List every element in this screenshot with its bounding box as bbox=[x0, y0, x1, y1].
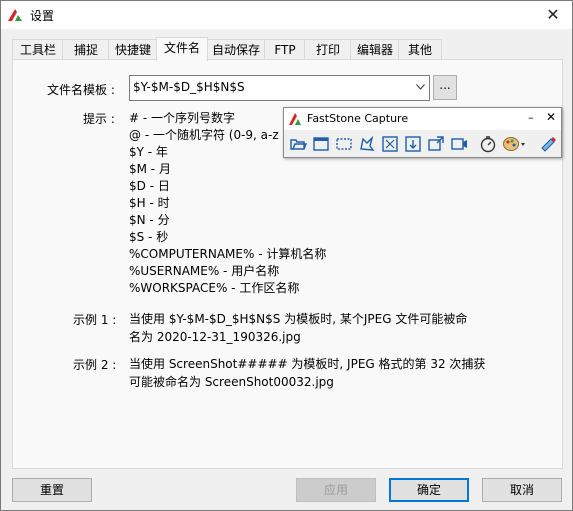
faststone-close-button[interactable]: ✕ bbox=[546, 110, 556, 124]
open-folder-icon[interactable] bbox=[288, 134, 308, 154]
example2-line2: 可能被命名为 ScreenShot00032.jpg bbox=[129, 375, 334, 389]
example2-label: 示例 2 : bbox=[73, 358, 117, 372]
hint-line: $S - 秒 bbox=[129, 230, 169, 244]
tab-print[interactable]: 打印 bbox=[304, 39, 352, 60]
title-bar: 设置 ✕ bbox=[1, 1, 572, 29]
close-button[interactable]: ✕ bbox=[542, 4, 564, 26]
capture-window-icon[interactable] bbox=[311, 134, 331, 154]
ok-button[interactable]: 确定 bbox=[389, 478, 469, 502]
apply-button[interactable]: 应用 bbox=[296, 478, 376, 502]
tab-filename[interactable]: 文件名 bbox=[156, 37, 208, 61]
reset-button[interactable]: 重置 bbox=[12, 478, 92, 502]
faststone-capture-toolbar[interactable]: FastStone Capture – ✕ bbox=[283, 107, 562, 158]
tab-hotkeys[interactable]: 快捷键 bbox=[108, 39, 158, 60]
hint-line: $H - 时 bbox=[129, 196, 170, 210]
settings-dialog: 设置 ✕ 工具栏 捕捉 快捷键 文件名 自动保存 FTP 打印 编辑器 其他 文… bbox=[0, 0, 573, 511]
filename-template-value: $Y-$M-$D_$H$N$S bbox=[133, 80, 245, 94]
faststone-logo-icon bbox=[289, 113, 301, 125]
tab-autosave[interactable]: 自动保存 bbox=[206, 39, 266, 60]
hint-line: %COMPUTERNAME% - 计算机名称 bbox=[129, 247, 327, 261]
settings-icon[interactable] bbox=[538, 134, 558, 154]
hint-line: $N - 分 bbox=[129, 213, 170, 227]
cancel-button[interactable]: 取消 bbox=[482, 478, 562, 502]
screen-recorder-icon[interactable] bbox=[449, 134, 469, 154]
capture-freehand-icon[interactable] bbox=[357, 134, 377, 154]
app-logo-icon bbox=[8, 9, 22, 21]
tab-toolbar[interactable]: 工具栏 bbox=[12, 39, 64, 60]
output-palette-icon[interactable] bbox=[501, 134, 527, 154]
faststone-title: FastStone Capture bbox=[307, 112, 409, 125]
chevron-down-icon[interactable] bbox=[411, 76, 429, 100]
capture-fixed-region-icon[interactable] bbox=[426, 134, 446, 154]
hint-line: $D - 日 bbox=[129, 179, 170, 193]
capture-fullscreen-icon[interactable] bbox=[380, 134, 400, 154]
tab-ftp[interactable]: FTP bbox=[264, 39, 306, 60]
browse-button[interactable]: ... bbox=[433, 75, 457, 100]
filename-template-combo[interactable]: $Y-$M-$D_$H$N$S bbox=[129, 75, 430, 101]
tab-other[interactable]: 其他 bbox=[398, 39, 442, 60]
hint-line: %WORKSPACE% - 工作区名称 bbox=[129, 281, 300, 295]
hint-line: $M - 月 bbox=[129, 162, 171, 176]
window-title: 设置 bbox=[30, 9, 55, 23]
capture-scrolling-icon[interactable] bbox=[403, 134, 423, 154]
example1-line1: 当使用 $Y-$M-$D_$H$N$S 为模板时, 某个JPEG 文件可能被命 bbox=[129, 312, 468, 326]
filename-template-label: 文件名模板 : bbox=[47, 83, 115, 97]
hint-line: %USERNAME% - 用户名称 bbox=[129, 264, 280, 278]
faststone-title-bar[interactable]: FastStone Capture – ✕ bbox=[284, 108, 561, 130]
tab-capture[interactable]: 捕捉 bbox=[62, 39, 110, 60]
example1-line2: 名为 2020-12-31_190326.jpg bbox=[129, 330, 301, 344]
example2-line1: 当使用 ScreenShot##### 为模板时, JPEG 格式的第 32 次… bbox=[129, 357, 486, 371]
delay-timer-icon[interactable] bbox=[478, 134, 498, 154]
tab-editor[interactable]: 编辑器 bbox=[350, 39, 400, 60]
minimize-button[interactable]: – bbox=[528, 111, 534, 124]
capture-rectangle-icon[interactable] bbox=[334, 134, 354, 154]
example1-label: 示例 1 : bbox=[73, 313, 117, 327]
hints-label: 提示 : bbox=[83, 112, 115, 126]
